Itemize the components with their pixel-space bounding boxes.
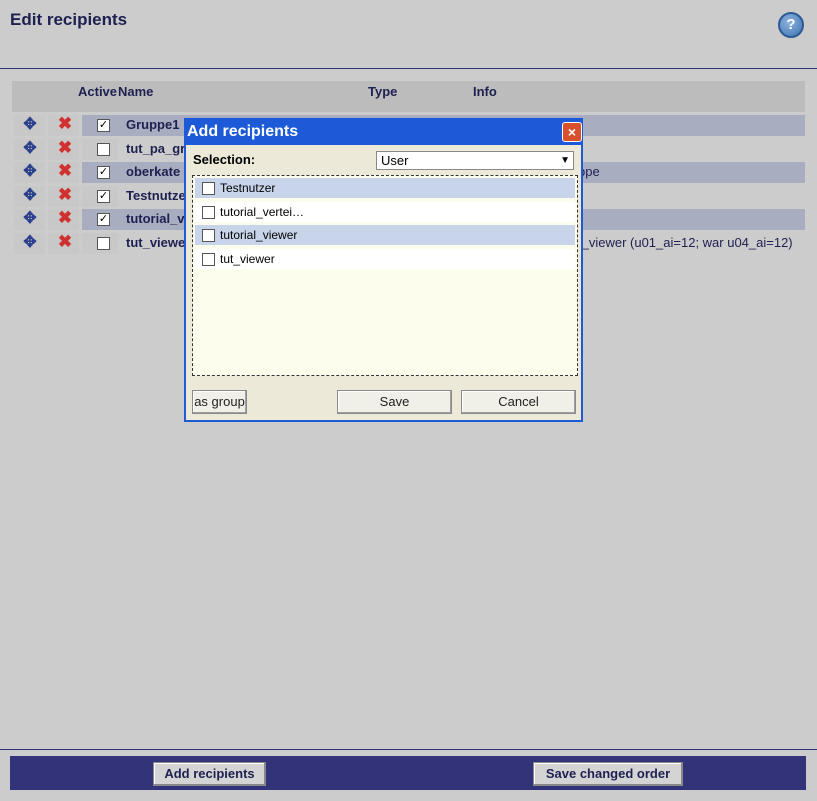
recipient-info: t_viewer (u01_ai=12; war u04_ai=12) [578,234,793,250]
footer-divider [0,749,817,750]
item-checkbox[interactable] [202,182,215,195]
recipient-list[interactable]: Testnutzer tutorial_vertei… tutorial_viewe… [192,175,578,376]
item-label: tut_viewer [220,251,275,266]
item-label: tutorial_vertei… [220,204,305,219]
delete-cell[interactable]: ✖ [48,138,79,160]
active-checkbox[interactable]: ✓ [97,189,110,203]
column-header-info[interactable]: Info [473,84,497,99]
move-cell[interactable]: ✥ [14,162,45,183]
move-cell[interactable]: ✥ [14,185,45,207]
delete-icon[interactable]: ✖ [57,162,73,179]
active-cell [82,138,118,160]
active-cell: ✓ [82,185,118,207]
active-cell [82,232,118,254]
selection-value: User [381,153,409,168]
header-divider [0,68,817,69]
delete-cell[interactable]: ✖ [48,185,79,207]
move-cell[interactable]: ✥ [14,138,45,160]
active-checkbox[interactable] [97,142,110,156]
page-title: Edit recipients [10,10,128,29]
delete-icon[interactable]: ✖ [57,233,73,250]
as-group-button[interactable]: as group [192,390,247,414]
recipient-name: tut_pa_gr [126,140,186,156]
delete-icon[interactable]: ✖ [57,115,73,132]
move-icon[interactable]: ✥ [22,187,38,204]
selection-dropdown[interactable]: User ▼ [376,151,574,170]
delete-icon[interactable]: ✖ [57,209,73,226]
delete-cell[interactable]: ✖ [48,209,79,230]
delete-icon[interactable]: ✖ [57,139,73,156]
recipient-name: Testnutze [126,187,186,203]
move-cell[interactable]: ✥ [14,115,45,136]
delete-cell[interactable]: ✖ [48,232,79,254]
list-item[interactable]: Testnutzer [195,178,575,198]
recipient-name: tutorial_v [126,211,185,226]
move-icon[interactable]: ✥ [22,140,38,157]
move-cell[interactable]: ✥ [14,209,45,230]
move-icon[interactable]: ✥ [22,211,38,227]
table-header: Active Name Type Info [12,81,805,112]
cancel-button[interactable]: Cancel [461,390,576,414]
item-label: tutorial_viewer [220,228,298,242]
active-cell: ✓ [82,162,118,183]
add-recipients-dialog: Add recipients × Selection: User ▼ Testn… [184,118,583,422]
recipient-name: oberkate [126,164,181,179]
active-cell: ✓ [82,115,118,136]
save-changed-order-button[interactable]: Save changed order [533,762,683,786]
save-button[interactable]: Save [337,390,452,414]
close-icon[interactable]: × [562,122,582,142]
list-item[interactable]: tut_viewer [195,248,575,269]
delete-cell[interactable]: ✖ [48,115,79,136]
item-checkbox[interactable] [202,205,215,219]
item-checkbox[interactable] [202,252,215,266]
active-checkbox[interactable] [97,236,110,250]
add-recipients-button[interactable]: Add recipients [153,762,266,786]
footer-bar: Add recipients Save changed order [10,756,806,790]
recipient-name: Gruppe1 [126,117,180,132]
selection-label: Selection: [193,152,256,167]
move-icon[interactable]: ✥ [22,164,38,180]
help-icon[interactable]: ? [778,12,804,38]
move-icon[interactable]: ✥ [22,234,38,251]
column-header-name[interactable]: Name [118,84,153,99]
dialog-title: Add recipients [187,123,299,140]
column-header-active: Active [78,84,118,99]
delete-icon[interactable]: ✖ [57,186,73,203]
item-checkbox[interactable] [202,229,215,242]
dialog-titlebar[interactable]: Add recipients × [186,120,582,145]
active-checkbox[interactable]: ✓ [97,213,110,226]
move-cell[interactable]: ✥ [14,232,45,254]
chevron-down-icon: ▼ [560,155,570,166]
active-cell: ✓ [82,209,118,230]
list-item[interactable]: tutorial_vertei… [195,201,575,222]
column-header-type[interactable]: Type [368,84,397,99]
delete-cell[interactable]: ✖ [48,162,79,183]
list-item[interactable]: tutorial_viewer [195,225,575,245]
recipient-name: tut_viewe [126,234,186,250]
active-checkbox[interactable]: ✓ [97,119,110,132]
move-icon[interactable]: ✥ [22,117,38,133]
item-label: Testnutzer [220,181,276,195]
active-checkbox[interactable]: ✓ [97,166,110,179]
